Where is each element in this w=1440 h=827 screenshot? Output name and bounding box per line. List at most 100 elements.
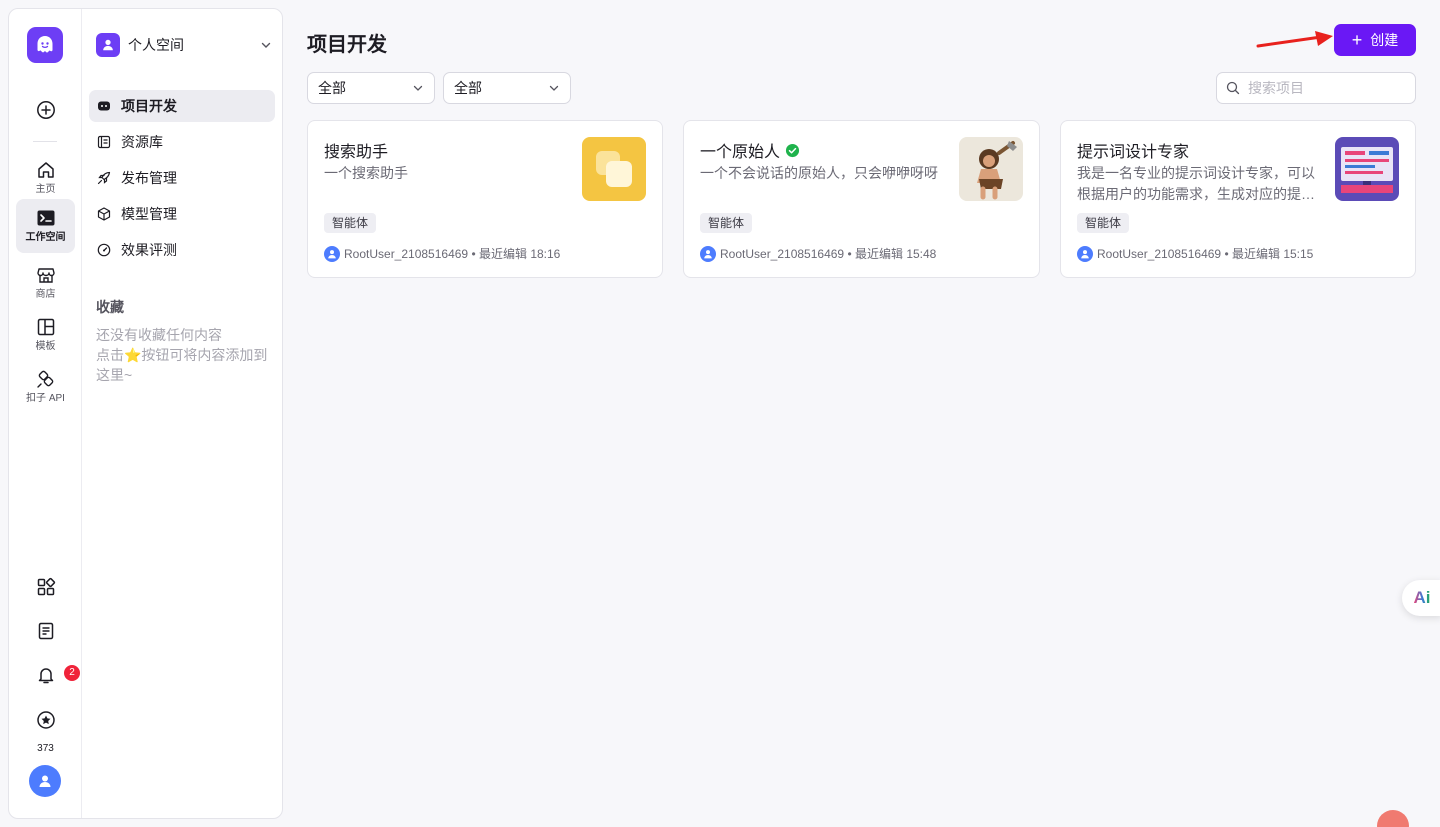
project-card[interactable]: 提示词设计专家 我是一名专业的提示词设计专家，可以根据用户的功能需求，生成对应的… bbox=[1060, 120, 1416, 278]
user-icon bbox=[103, 39, 113, 51]
nav-label: 发布管理 bbox=[121, 170, 177, 186]
card-description: 我是一名专业的提示词设计专家，可以根据用户的功能需求，生成对应的提… bbox=[1077, 165, 1315, 202]
rail-item-label: 模板 bbox=[35, 341, 56, 352]
type-filter-select[interactable]: 全部 bbox=[307, 72, 435, 104]
nav-label: 资源库 bbox=[121, 134, 163, 150]
space-switcher[interactable]: 个人空间 bbox=[96, 31, 272, 59]
create-button-label: 创建 bbox=[1370, 32, 1399, 48]
card-edited-time: 最近编辑 15:48 bbox=[854, 247, 937, 261]
prompt-expert-thumbnail-icon bbox=[1335, 137, 1399, 201]
card-description: 一个不会说话的原始人，只会咿咿呀呀 bbox=[700, 165, 938, 181]
dot-separator: • bbox=[1221, 246, 1232, 261]
nav-label: 效果评测 bbox=[121, 242, 177, 258]
rocket-icon bbox=[97, 171, 111, 185]
chevron-down-icon bbox=[413, 85, 423, 91]
nav-label: 模型管理 bbox=[121, 206, 177, 222]
card-author: RootUser_2108516469 bbox=[1097, 246, 1222, 261]
nav-item-library[interactable]: 资源库 bbox=[89, 126, 275, 158]
status-filter-select[interactable]: 全部 bbox=[443, 72, 571, 104]
rail-item-workspace[interactable]: 工作空间 bbox=[16, 199, 75, 253]
rail-points-button[interactable] bbox=[16, 708, 75, 732]
plus-icon: + bbox=[1351, 30, 1363, 50]
notification-badge: 2 bbox=[64, 665, 80, 681]
left-shell: 主页 工作空间 商店 模板 扣子 API 2 373 个人空间 项目开发 资源库… bbox=[8, 8, 283, 819]
points-count: 373 bbox=[37, 743, 54, 754]
favorites-empty-text: 还没有收藏任何内容 点击⭐按钮可将内容添加到这里~ bbox=[96, 325, 276, 385]
nav-item-models[interactable]: 模型管理 bbox=[89, 198, 275, 230]
nav-item-evaluation[interactable]: 效果评测 bbox=[89, 234, 275, 266]
rail-item-label: 商店 bbox=[35, 289, 56, 300]
template-icon bbox=[37, 318, 54, 336]
chevron-down-icon bbox=[261, 42, 271, 48]
rail-item-store[interactable]: 商店 bbox=[16, 259, 75, 307]
card-footer: RootUser_2108516469 • 最近编辑 15:15 bbox=[1077, 245, 1313, 262]
assistant-mascot-icon[interactable] bbox=[1377, 810, 1409, 827]
project-search[interactable] bbox=[1216, 72, 1416, 104]
search-input[interactable] bbox=[1248, 80, 1408, 96]
rail-item-api[interactable]: 扣子 API bbox=[16, 363, 75, 411]
space-name: 个人空间 bbox=[128, 37, 184, 53]
card-edited-time: 最近编辑 18:16 bbox=[478, 247, 561, 261]
cube-icon bbox=[97, 207, 111, 221]
nav-item-publish[interactable]: 发布管理 bbox=[89, 162, 275, 194]
ai-assistant-float-button[interactable]: Ai bbox=[1402, 580, 1440, 616]
user-avatar[interactable] bbox=[29, 765, 61, 797]
icon-rail: 主页 工作空间 商店 模板 扣子 API 2 373 bbox=[9, 9, 82, 818]
search-assistant-thumbnail-icon bbox=[582, 137, 646, 201]
rail-item-home[interactable]: 主页 bbox=[16, 154, 75, 202]
type-filter-value: 全部 bbox=[318, 80, 346, 96]
create-button[interactable]: + 创建 bbox=[1334, 24, 1416, 56]
ghost-logo-icon bbox=[37, 36, 53, 53]
home-icon bbox=[37, 162, 54, 178]
card-tag: 智能体 bbox=[324, 213, 377, 233]
card-tag: 智能体 bbox=[700, 213, 753, 233]
document-icon bbox=[38, 622, 53, 640]
card-title: 提示词设计专家 bbox=[1077, 138, 1189, 162]
apps-grid-icon bbox=[37, 577, 55, 596]
rail-item-label: 主页 bbox=[35, 184, 56, 195]
project-card[interactable]: 一个原始人 一个不会说话的原始人，只会咿咿呀呀 智能体 RootUser_210… bbox=[683, 120, 1040, 278]
nav-label: 项目开发 bbox=[121, 98, 177, 114]
card-title: 搜索助手 bbox=[324, 138, 388, 162]
card-author: RootUser_2108516469 bbox=[720, 246, 845, 261]
rail-item-label: 工作空间 bbox=[25, 232, 66, 243]
card-edited-time: 最近编辑 15:15 bbox=[1231, 247, 1314, 261]
card-tag: 智能体 bbox=[1077, 213, 1130, 233]
search-icon bbox=[1226, 81, 1240, 95]
user-icon bbox=[704, 249, 712, 258]
caveman-thumbnail-icon bbox=[959, 137, 1023, 201]
space-icon bbox=[96, 33, 120, 57]
status-filter-value: 全部 bbox=[454, 80, 482, 96]
rail-item-templates[interactable]: 模板 bbox=[16, 311, 75, 359]
star-coin-icon bbox=[36, 711, 55, 729]
rail-docs-button[interactable] bbox=[16, 619, 75, 643]
card-thumbnail bbox=[959, 137, 1023, 201]
verified-check-icon bbox=[785, 143, 800, 157]
red-arrow-annotation bbox=[1256, 31, 1333, 48]
author-avatar bbox=[324, 245, 340, 262]
workspace-nav: 项目开发 资源库 发布管理 模型管理 效果评测 bbox=[89, 90, 275, 270]
api-icon bbox=[36, 370, 53, 388]
chevron-down-icon bbox=[549, 85, 559, 91]
bot-icon bbox=[98, 101, 110, 111]
card-author: RootUser_2108516469 bbox=[344, 246, 469, 261]
card-thumbnail bbox=[582, 137, 646, 201]
store-icon bbox=[36, 268, 55, 283]
rail-apps-button[interactable] bbox=[16, 575, 75, 599]
library-icon bbox=[97, 135, 111, 149]
card-footer: RootUser_2108516469 • 最近编辑 18:16 bbox=[324, 245, 560, 262]
author-avatar bbox=[700, 245, 716, 262]
app-logo[interactable] bbox=[27, 27, 63, 63]
rail-create-button[interactable] bbox=[16, 93, 75, 127]
plus-circle-icon bbox=[36, 101, 55, 119]
author-avatar bbox=[1077, 245, 1093, 262]
nav-item-projects[interactable]: 项目开发 bbox=[89, 90, 275, 122]
project-card[interactable]: 搜索助手 一个搜索助手 智能体 RootUser_2108516469 • 最近… bbox=[307, 120, 663, 278]
card-description: 一个搜索助手 bbox=[324, 165, 408, 181]
rail-item-label: 扣子 API bbox=[26, 393, 65, 404]
dot-separator: • bbox=[844, 246, 855, 261]
workspace-panel: 个人空间 项目开发 资源库 发布管理 模型管理 效果评测 收藏 还没有收藏任何内… bbox=[82, 9, 282, 818]
card-thumbnail bbox=[1335, 137, 1399, 201]
card-title: 一个原始人 bbox=[700, 138, 800, 162]
gauge-icon bbox=[97, 243, 111, 257]
